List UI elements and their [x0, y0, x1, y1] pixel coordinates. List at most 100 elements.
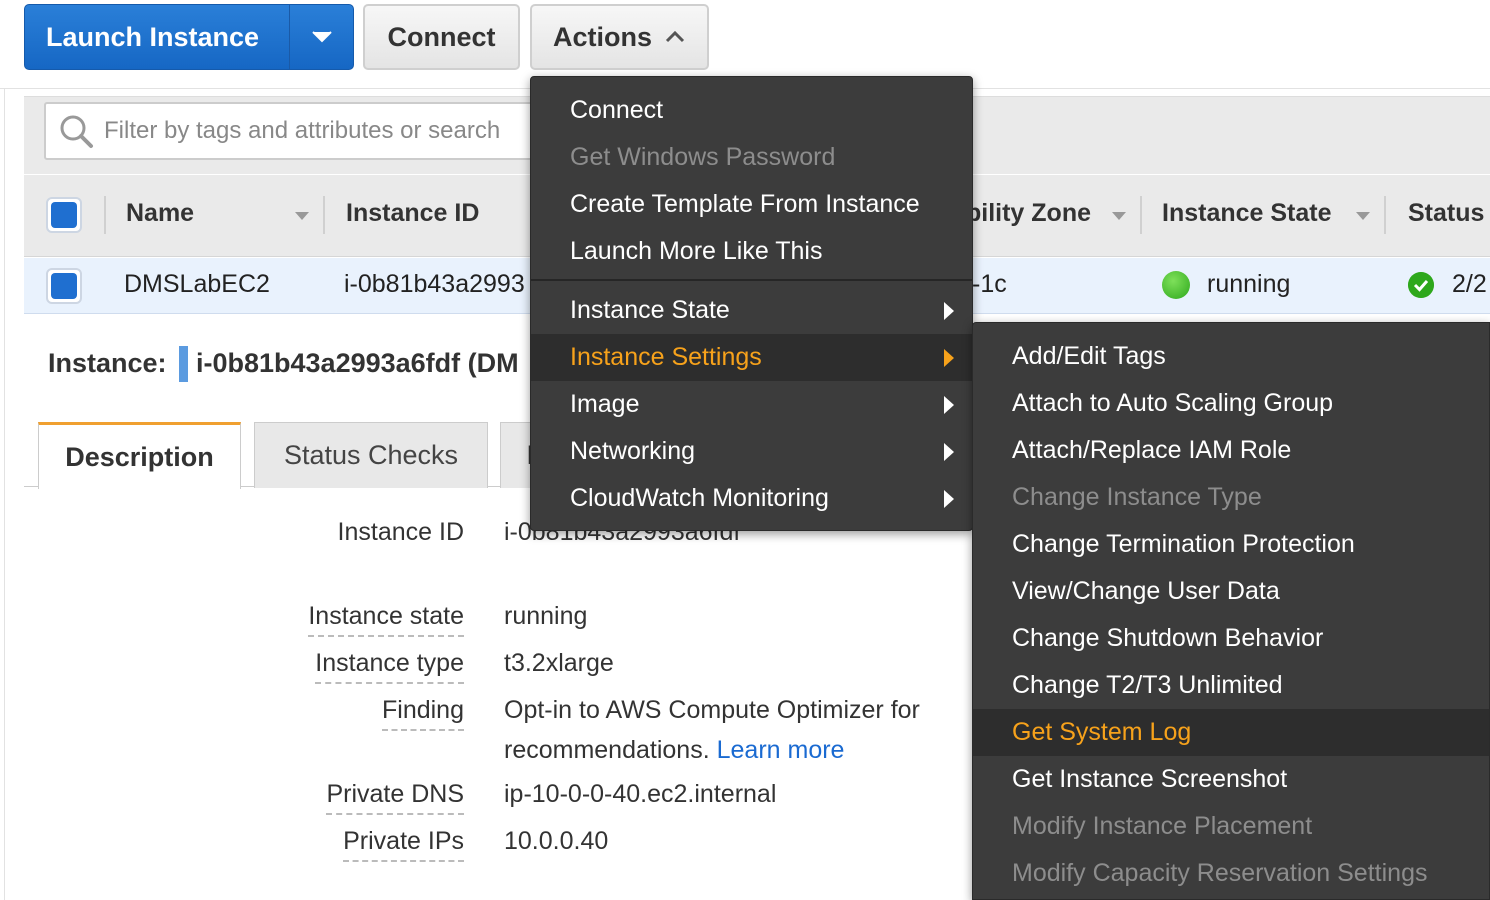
launch-instance-label: Launch Instance	[46, 21, 260, 52]
menu-item-instance-settings[interactable]: Instance Settings	[531, 334, 972, 381]
menu-item-label: Instance Settings	[570, 343, 762, 371]
submenu-item-user-data[interactable]: View/Change User Data	[973, 568, 1489, 615]
label-instance-type: Instance type	[315, 649, 464, 684]
menu-item-get-windows-password: Get Windows Password	[531, 134, 972, 181]
menu-item-label: CloudWatch Monitoring	[570, 484, 829, 512]
column-header-instance-id[interactable]: Instance ID	[346, 199, 479, 228]
submenu-item-instance-screenshot[interactable]: Get Instance Screenshot	[973, 756, 1489, 803]
launch-instance-button[interactable]: Launch Instance	[24, 4, 354, 70]
actions-button[interactable]: Actions	[530, 4, 709, 70]
submenu-item-label: Get System Log	[1012, 718, 1192, 746]
connect-label: Connect	[387, 21, 496, 52]
sort-caret-icon[interactable]	[1112, 212, 1126, 220]
menu-item-launch-more[interactable]: Launch More Like This	[531, 228, 972, 275]
submenu-item-capacity-reservation: Modify Capacity Reservation Settings	[973, 850, 1489, 897]
submenu-item-add-edit-tags[interactable]: Add/Edit Tags	[973, 333, 1489, 380]
tab-description[interactable]: Description	[38, 422, 241, 489]
search-placeholder: Filter by tags and attributes or search	[104, 117, 501, 144]
submenu-item-label: Change Shutdown Behavior	[1012, 624, 1324, 652]
instance-color-bar	[179, 346, 188, 382]
value-finding-line1: Opt-in to AWS Compute Optimizer for	[504, 696, 920, 724]
submenu-item-termination-protection[interactable]: Change Termination Protection	[973, 521, 1489, 568]
search-icon	[60, 115, 93, 148]
select-all-checkbox[interactable]	[46, 197, 82, 233]
menu-item-label: Launch More Like This	[570, 237, 823, 265]
submenu-arrow-icon	[944, 490, 954, 508]
column-separator	[1384, 196, 1386, 234]
menu-item-networking[interactable]: Networking	[531, 428, 972, 475]
connect-button[interactable]: Connect	[363, 4, 520, 70]
cell-instance-id: i-0b81b43a2993	[344, 270, 525, 298]
value-instance-type: t3.2xlarge	[504, 649, 614, 677]
value-private-dns: ip-10-0-0-40.ec2.internal	[504, 780, 777, 808]
learn-more-link[interactable]: Learn more	[717, 736, 845, 764]
submenu-arrow-icon	[944, 443, 954, 461]
label-private-ips: Private IPs	[343, 827, 464, 862]
label-private-dns: Private DNS	[326, 780, 464, 815]
submenu-item-modify-placement: Modify Instance Placement	[973, 803, 1489, 850]
submenu-item-attach-asg[interactable]: Attach to Auto Scaling Group	[973, 380, 1489, 427]
menu-item-cloudwatch-monitoring[interactable]: CloudWatch Monitoring	[531, 475, 972, 522]
submenu-arrow-icon	[944, 302, 954, 320]
submenu-item-shutdown-behavior[interactable]: Change Shutdown Behavior	[973, 615, 1489, 662]
submenu-item-label: Change Instance Type	[1012, 483, 1262, 511]
row-checkbox[interactable]	[46, 268, 82, 304]
value-instance-state: running	[504, 602, 588, 630]
sort-caret-icon[interactable]	[295, 212, 309, 220]
label-finding: Finding	[382, 696, 464, 731]
submenu-item-label: Attach to Auto Scaling Group	[1012, 389, 1334, 417]
menu-item-label: Networking	[570, 437, 696, 465]
sort-caret-icon[interactable]	[1356, 212, 1370, 220]
column-separator	[323, 196, 325, 234]
menu-item-label: Get Windows Password	[570, 143, 836, 171]
instance-settings-submenu: Add/Edit Tags Attach to Auto Scaling Gro…	[972, 322, 1490, 900]
menu-item-connect[interactable]: Connect	[531, 87, 972, 134]
value-private-ips: 10.0.0.40	[504, 827, 609, 855]
menu-item-label: Create Template From Instance	[570, 190, 920, 218]
submenu-item-label: Change Termination Protection	[1012, 530, 1355, 558]
submenu-item-change-instance-type: Change Instance Type	[973, 474, 1489, 521]
submenu-item-label: Modify Instance Placement	[1012, 812, 1313, 840]
submenu-arrow-icon	[944, 396, 954, 414]
submenu-item-label: Attach/Replace IAM Role	[1012, 436, 1292, 464]
label-instance-id: Instance ID	[337, 518, 464, 546]
submenu-item-label: Add/Edit Tags	[1012, 342, 1166, 370]
cell-availability-zone: -1c	[972, 270, 1007, 298]
chevron-up-icon	[665, 30, 685, 43]
submenu-item-get-system-log[interactable]: Get System Log	[973, 709, 1489, 756]
menu-item-instance-state[interactable]: Instance State	[531, 287, 972, 334]
menu-divider	[531, 279, 972, 281]
submenu-arrow-icon	[944, 349, 954, 367]
menu-item-label: Instance State	[570, 296, 730, 324]
column-separator	[104, 196, 106, 234]
submenu-item-label: View/Change User Data	[1012, 577, 1280, 605]
label-instance-state: Instance state	[308, 602, 464, 637]
column-separator	[1140, 196, 1142, 234]
launch-dropdown-toggle[interactable]	[289, 5, 353, 69]
finding-text: recommendations.	[504, 736, 710, 764]
menu-item-create-template[interactable]: Create Template From Instance	[531, 181, 972, 228]
running-status-dot-icon	[1162, 271, 1190, 299]
column-header-status[interactable]: Status	[1408, 199, 1484, 228]
cell-name: DMSLabEC2	[124, 270, 270, 298]
instance-title-id: i-0b81b43a2993a6fdf (DM	[196, 348, 519, 378]
submenu-item-attach-iam-role[interactable]: Attach/Replace IAM Role	[973, 427, 1489, 474]
instance-title-label: Instance:	[48, 348, 167, 378]
submenu-item-t2-t3-unlimited[interactable]: Change T2/T3 Unlimited	[973, 662, 1489, 709]
cell-instance-state: running	[1207, 270, 1291, 298]
status-check-icon	[1408, 272, 1434, 298]
chevron-down-icon	[311, 31, 332, 43]
cell-status-checks: 2/2	[1452, 270, 1487, 298]
menu-item-image[interactable]: Image	[531, 381, 972, 428]
submenu-item-label: Get Instance Screenshot	[1012, 765, 1288, 793]
tab-status-checks[interactable]: Status Checks	[254, 422, 488, 488]
actions-label: Actions	[552, 21, 652, 52]
submenu-item-label: Change T2/T3 Unlimited	[1012, 671, 1283, 699]
column-header-availability-zone[interactable]: bility Zone	[966, 199, 1091, 228]
column-header-name[interactable]: Name	[126, 199, 194, 228]
actions-menu: Connect Get Windows Password Create Temp…	[530, 76, 973, 531]
column-header-instance-state[interactable]: Instance State	[1162, 199, 1332, 228]
menu-item-label: Image	[570, 390, 640, 418]
value-finding-line2: recommendations. Learn more	[504, 736, 844, 765]
left-border	[4, 88, 5, 900]
